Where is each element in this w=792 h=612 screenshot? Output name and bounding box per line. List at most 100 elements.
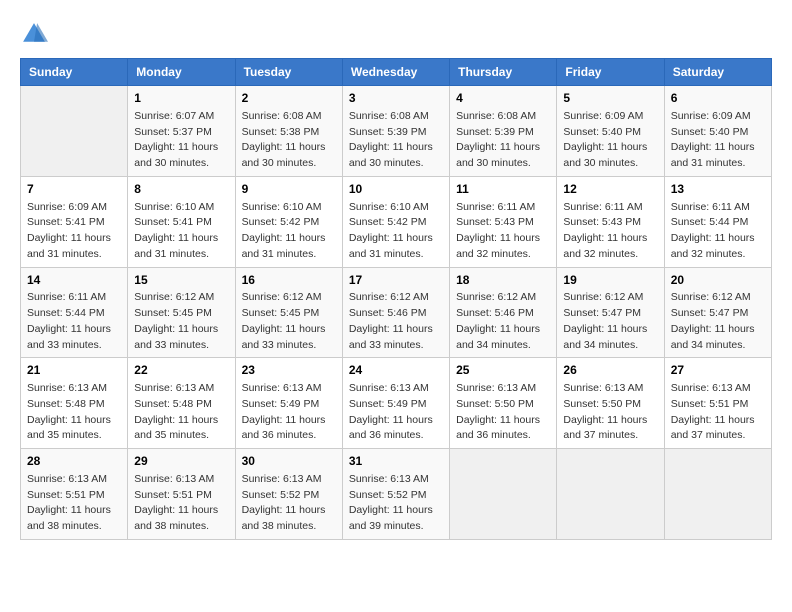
day-info: Sunrise: 6:11 AMSunset: 5:44 PMDaylight:… bbox=[671, 200, 765, 263]
calendar-cell: 6 Sunrise: 6:09 AMSunset: 5:40 PMDaylight… bbox=[664, 86, 771, 177]
day-number: 2 bbox=[242, 90, 336, 107]
calendar-cell: 9 Sunrise: 6:10 AMSunset: 5:42 PMDaylight… bbox=[235, 176, 342, 267]
day-info: Sunrise: 6:08 AMSunset: 5:38 PMDaylight:… bbox=[242, 109, 336, 172]
calendar-cell: 18Sunrise: 6:12 AMSunset: 5:46 PMDayligh… bbox=[450, 267, 557, 358]
logo bbox=[20, 20, 52, 48]
week-row-5: 28 Sunrise: 6:13 AMSunset: 5:51 PMDayligh… bbox=[21, 449, 772, 540]
day-number: 15 bbox=[134, 272, 228, 289]
day-number: 3 bbox=[349, 90, 443, 107]
calendar-cell: 3 Sunrise: 6:08 AMSunset: 5:39 PMDaylight… bbox=[342, 86, 449, 177]
day-number: 31 bbox=[349, 453, 443, 470]
calendar-cell: 30 Sunrise: 6:13 AMSunset: 5:52 PMDayligh… bbox=[235, 449, 342, 540]
day-info: Sunrise: 6:12 AMSunset: 5:47 PMDaylight:… bbox=[563, 290, 657, 353]
week-row-2: 7 Sunrise: 6:09 AMSunset: 5:41 PMDaylight… bbox=[21, 176, 772, 267]
day-info: Sunrise: 6:07 AMSunset: 5:37 PMDaylight:… bbox=[134, 109, 228, 172]
day-info: Sunrise: 6:13 AMSunset: 5:50 PMDaylight:… bbox=[456, 381, 550, 444]
calendar-body: 1 Sunrise: 6:07 AMSunset: 5:37 PMDaylight… bbox=[21, 86, 772, 540]
calendar-cell: 17Sunrise: 6:12 AMSunset: 5:46 PMDayligh… bbox=[342, 267, 449, 358]
calendar-cell: 22 Sunrise: 6:13 AMSunset: 5:48 PMDayligh… bbox=[128, 358, 235, 449]
calendar-cell: 4 Sunrise: 6:08 AMSunset: 5:39 PMDaylight… bbox=[450, 86, 557, 177]
header-cell-sunday: Sunday bbox=[21, 59, 128, 86]
week-row-4: 21 Sunrise: 6:13 AMSunset: 5:48 PMDayligh… bbox=[21, 358, 772, 449]
calendar-cell: 1 Sunrise: 6:07 AMSunset: 5:37 PMDaylight… bbox=[128, 86, 235, 177]
day-number: 20 bbox=[671, 272, 765, 289]
day-info: Sunrise: 6:12 AMSunset: 5:46 PMDaylight:… bbox=[349, 290, 443, 353]
day-info: Sunrise: 6:13 AMSunset: 5:52 PMDaylight:… bbox=[349, 472, 443, 535]
calendar-cell: 29Sunrise: 6:13 AMSunset: 5:51 PMDayligh… bbox=[128, 449, 235, 540]
calendar-cell: 5Sunrise: 6:09 AMSunset: 5:40 PMDaylight… bbox=[557, 86, 664, 177]
calendar-cell: 27 Sunrise: 6:13 AMSunset: 5:51 PMDayligh… bbox=[664, 358, 771, 449]
calendar-cell: 12Sunrise: 6:11 AMSunset: 5:43 PMDayligh… bbox=[557, 176, 664, 267]
calendar-cell: 20Sunrise: 6:12 AMSunset: 5:47 PMDayligh… bbox=[664, 267, 771, 358]
day-number: 28 bbox=[27, 453, 121, 470]
day-info: Sunrise: 6:13 AMSunset: 5:52 PMDaylight:… bbox=[242, 472, 336, 535]
calendar-header: SundayMondayTuesdayWednesdayThursdayFrid… bbox=[21, 59, 772, 86]
day-number: 7 bbox=[27, 181, 121, 198]
calendar-cell: 26 Sunrise: 6:13 AMSunset: 5:50 PMDayligh… bbox=[557, 358, 664, 449]
calendar-cell: 15Sunrise: 6:12 AMSunset: 5:45 PMDayligh… bbox=[128, 267, 235, 358]
day-info: Sunrise: 6:08 AMSunset: 5:39 PMDaylight:… bbox=[456, 109, 550, 172]
day-info: Sunrise: 6:10 AMSunset: 5:42 PMDaylight:… bbox=[242, 200, 336, 263]
day-number: 19 bbox=[563, 272, 657, 289]
day-info: Sunrise: 6:12 AMSunset: 5:47 PMDaylight:… bbox=[671, 290, 765, 353]
calendar-cell: 8Sunrise: 6:10 AMSunset: 5:41 PMDaylight… bbox=[128, 176, 235, 267]
calendar-cell bbox=[557, 449, 664, 540]
day-number: 9 bbox=[242, 181, 336, 198]
calendar-cell bbox=[21, 86, 128, 177]
week-row-1: 1 Sunrise: 6:07 AMSunset: 5:37 PMDaylight… bbox=[21, 86, 772, 177]
day-number: 1 bbox=[134, 90, 228, 107]
page-header bbox=[20, 20, 772, 48]
calendar-cell: 13 Sunrise: 6:11 AMSunset: 5:44 PMDayligh… bbox=[664, 176, 771, 267]
day-info: Sunrise: 6:11 AMSunset: 5:44 PMDaylight:… bbox=[27, 290, 121, 353]
day-number: 11 bbox=[456, 181, 550, 198]
day-info: Sunrise: 6:10 AMSunset: 5:42 PMDaylight:… bbox=[349, 200, 443, 263]
day-number: 30 bbox=[242, 453, 336, 470]
day-number: 17 bbox=[349, 272, 443, 289]
day-number: 22 bbox=[134, 362, 228, 379]
calendar-cell: 16Sunrise: 6:12 AMSunset: 5:45 PMDayligh… bbox=[235, 267, 342, 358]
header-cell-tuesday: Tuesday bbox=[235, 59, 342, 86]
day-number: 18 bbox=[456, 272, 550, 289]
calendar-cell: 28 Sunrise: 6:13 AMSunset: 5:51 PMDayligh… bbox=[21, 449, 128, 540]
header-cell-thursday: Thursday bbox=[450, 59, 557, 86]
day-info: Sunrise: 6:08 AMSunset: 5:39 PMDaylight:… bbox=[349, 109, 443, 172]
calendar-cell: 31 Sunrise: 6:13 AMSunset: 5:52 PMDayligh… bbox=[342, 449, 449, 540]
week-row-3: 14Sunrise: 6:11 AMSunset: 5:44 PMDayligh… bbox=[21, 267, 772, 358]
day-info: Sunrise: 6:09 AMSunset: 5:40 PMDaylight:… bbox=[671, 109, 765, 172]
day-number: 27 bbox=[671, 362, 765, 379]
day-info: Sunrise: 6:13 AMSunset: 5:51 PMDaylight:… bbox=[27, 472, 121, 535]
day-info: Sunrise: 6:13 AMSunset: 5:49 PMDaylight:… bbox=[242, 381, 336, 444]
calendar-cell: 2 Sunrise: 6:08 AMSunset: 5:38 PMDaylight… bbox=[235, 86, 342, 177]
day-number: 5 bbox=[563, 90, 657, 107]
logo-icon bbox=[20, 20, 48, 48]
calendar-cell bbox=[450, 449, 557, 540]
calendar-cell: 23 Sunrise: 6:13 AMSunset: 5:49 PMDayligh… bbox=[235, 358, 342, 449]
day-number: 12 bbox=[563, 181, 657, 198]
day-info: Sunrise: 6:13 AMSunset: 5:51 PMDaylight:… bbox=[134, 472, 228, 535]
day-number: 23 bbox=[242, 362, 336, 379]
day-info: Sunrise: 6:13 AMSunset: 5:50 PMDaylight:… bbox=[563, 381, 657, 444]
calendar-cell: 19Sunrise: 6:12 AMSunset: 5:47 PMDayligh… bbox=[557, 267, 664, 358]
day-number: 21 bbox=[27, 362, 121, 379]
day-info: Sunrise: 6:09 AMSunset: 5:41 PMDaylight:… bbox=[27, 200, 121, 263]
calendar-table: SundayMondayTuesdayWednesdayThursdayFrid… bbox=[20, 58, 772, 540]
day-number: 25 bbox=[456, 362, 550, 379]
day-info: Sunrise: 6:13 AMSunset: 5:48 PMDaylight:… bbox=[27, 381, 121, 444]
day-info: Sunrise: 6:10 AMSunset: 5:41 PMDaylight:… bbox=[134, 200, 228, 263]
day-info: Sunrise: 6:13 AMSunset: 5:49 PMDaylight:… bbox=[349, 381, 443, 444]
header-cell-friday: Friday bbox=[557, 59, 664, 86]
header-cell-monday: Monday bbox=[128, 59, 235, 86]
day-info: Sunrise: 6:11 AMSunset: 5:43 PMDaylight:… bbox=[456, 200, 550, 263]
day-number: 6 bbox=[671, 90, 765, 107]
day-info: Sunrise: 6:13 AMSunset: 5:51 PMDaylight:… bbox=[671, 381, 765, 444]
day-number: 26 bbox=[563, 362, 657, 379]
calendar-cell: 14Sunrise: 6:11 AMSunset: 5:44 PMDayligh… bbox=[21, 267, 128, 358]
day-info: Sunrise: 6:12 AMSunset: 5:46 PMDaylight:… bbox=[456, 290, 550, 353]
day-number: 24 bbox=[349, 362, 443, 379]
calendar-cell: 7 Sunrise: 6:09 AMSunset: 5:41 PMDaylight… bbox=[21, 176, 128, 267]
day-number: 4 bbox=[456, 90, 550, 107]
day-info: Sunrise: 6:13 AMSunset: 5:48 PMDaylight:… bbox=[134, 381, 228, 444]
day-number: 13 bbox=[671, 181, 765, 198]
calendar-cell: 25 Sunrise: 6:13 AMSunset: 5:50 PMDayligh… bbox=[450, 358, 557, 449]
calendar-cell: 10Sunrise: 6:10 AMSunset: 5:42 PMDayligh… bbox=[342, 176, 449, 267]
